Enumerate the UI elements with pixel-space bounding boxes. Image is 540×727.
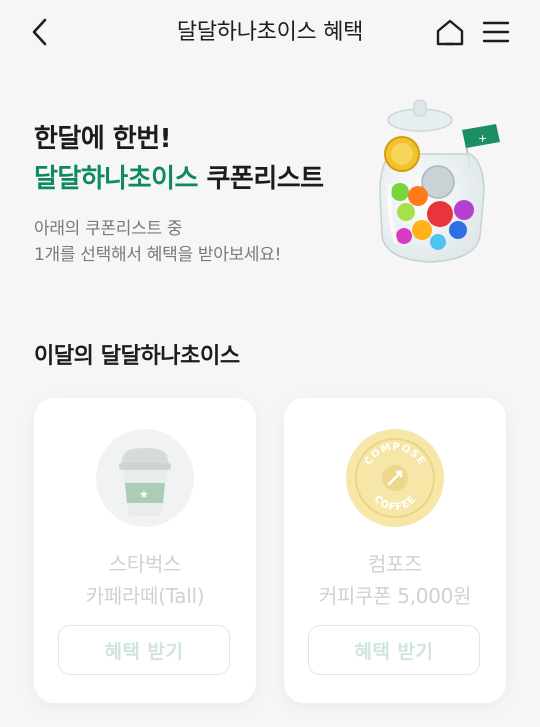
- compose-coffee-logo: COMPOSE COFFEE: [346, 429, 444, 527]
- section-title: 이달의 달달하나초이스: [34, 344, 240, 369]
- hero-subheadline-rest: 쿠폰리스트: [197, 164, 325, 194]
- top-app-bar: 달달하나초이스 혜택: [0, 0, 540, 64]
- svg-text:+: +: [478, 132, 487, 145]
- menu-button[interactable]: [478, 12, 514, 52]
- coupon-card-starbucks: ★ 스타벅스 카페라떼(Tall) 혜택 받기: [34, 398, 256, 703]
- get-benefit-button[interactable]: 혜택 받기: [58, 625, 230, 675]
- coupon-item-name: 커피쿠폰 5,000원: [318, 584, 472, 608]
- hero-subheadline: 달달하나초이스 쿠폰리스트: [34, 158, 324, 195]
- hero-description-line-2: 1개를 선택해서 혜택을 받아보세요!: [34, 245, 282, 265]
- coupon-item-name: 카페라떼(Tall): [85, 584, 205, 608]
- svg-text:★: ★: [139, 488, 149, 501]
- hero-headline: 한달에 한번!: [34, 124, 172, 154]
- hero-brand-name: 달달하나초이스: [34, 164, 198, 194]
- coupon-brand-name: 스타벅스: [108, 552, 182, 576]
- home-button[interactable]: [432, 12, 468, 52]
- get-benefit-button[interactable]: 혜택 받기: [308, 625, 480, 675]
- hero-description: 아래의 쿠폰리스트 중 1개를 선택해서 혜택을 받아보세요!: [34, 216, 281, 268]
- coupon-jar-illustration: +: [379, 99, 500, 263]
- coupon-card-compose: COMPOSE COFFEE 컴포즈 커피쿠폰 5,000원 혜택 받기: [284, 398, 506, 703]
- hero-description-line-1: 아래의 쿠폰리스트 중: [34, 219, 183, 239]
- hamburger-menu-icon: [482, 21, 510, 43]
- coupon-brand-name: 컴포즈: [367, 552, 423, 576]
- starbucks-cup-icon: ★: [96, 429, 194, 527]
- home-icon: [436, 19, 464, 46]
